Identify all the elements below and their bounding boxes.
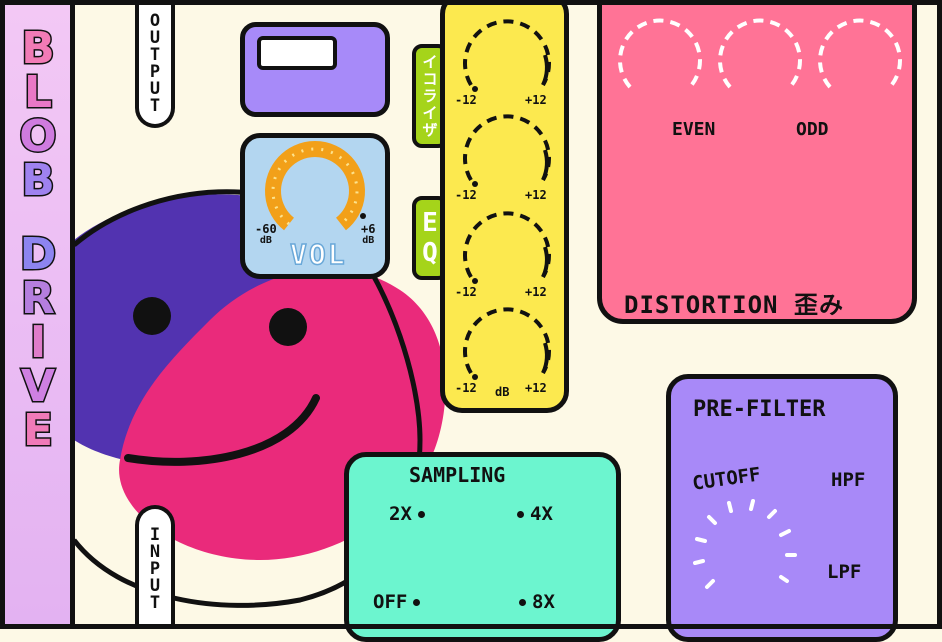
hpf-label: HPF — [831, 469, 866, 491]
title-letter: R — [20, 273, 57, 324]
eq-band-4-unit: dB — [495, 385, 510, 399]
sampling-title: SAMPLING — [409, 463, 506, 487]
eq-band-1-max: +12 — [525, 93, 547, 107]
title-letter: V — [19, 361, 56, 412]
lpf-label: LPF — [827, 561, 862, 583]
blob-left-eye — [133, 297, 171, 335]
eq-band-2-max: +12 — [525, 188, 547, 202]
even-label: EVEN — [672, 119, 716, 140]
output-meter[interactable] — [257, 36, 337, 70]
title-letter: O — [18, 111, 58, 162]
eq-band-3-min: -12 — [455, 285, 477, 299]
volume-label: VOL — [289, 237, 347, 272]
blob-right-eye — [269, 308, 307, 346]
app-title: B L O B D R I V E — [5, 23, 71, 456]
volume-max-label: +6 dB — [361, 222, 376, 246]
sampling-dot — [417, 510, 425, 518]
title-letter: E — [21, 405, 54, 456]
volume-panel: -60 dB +6 dB VOL — [240, 133, 390, 279]
eq-panel: -12 +12 -12 +12 -12 +12 -12 dB +12 — [440, 0, 569, 413]
distortion-knob-odd[interactable] — [814, 17, 906, 109]
sampling-dot — [519, 598, 526, 606]
title-letter: B — [20, 155, 57, 206]
volume-min-label: -60 dB — [255, 222, 277, 246]
cutoff-knob[interactable] — [683, 491, 803, 601]
title-letter: I — [28, 317, 47, 368]
prefilter-title: PRE-FILTER — [693, 397, 826, 422]
prefilter-panel: PRE-FILTER CUTOFF HPF LPF — [666, 374, 898, 642]
eq-band-1-min: -12 — [455, 93, 477, 107]
sampling-option-8x[interactable]: 8X — [519, 591, 555, 613]
eq-band-4-min: -12 — [455, 381, 477, 395]
output-label: O U T P U T — [135, 4, 175, 128]
eq-band-4-max: +12 — [525, 381, 547, 395]
distortion-knob-even[interactable] — [714, 17, 806, 109]
title-letter: L — [22, 67, 53, 118]
input-label: I N P U T — [135, 505, 175, 629]
distortion-knob-1[interactable] — [614, 17, 706, 109]
sampling-dot — [413, 598, 421, 606]
sampling-dot — [517, 510, 524, 518]
sampling-option-2x[interactable]: 2X — [389, 503, 425, 525]
eq-band-2-min: -12 — [455, 188, 477, 202]
odd-label: ODD — [796, 119, 829, 140]
title-letter: D — [18, 229, 57, 280]
sampling-option-4x[interactable]: 4X — [517, 503, 553, 525]
eq-band-3-max: +12 — [525, 285, 547, 299]
distortion-title: DISTORTION 歪み — [624, 291, 844, 319]
title-letter: B — [20, 23, 57, 74]
title-strip: B L O B D R I V E — [5, 5, 75, 624]
distortion-panel: EVEN ODD DISTORTION 歪み — [597, 0, 917, 324]
output-display — [240, 22, 390, 117]
sampling-panel: SAMPLING 2X 4X OFF 8X — [344, 452, 621, 642]
sampling-option-off[interactable]: OFF — [373, 591, 421, 613]
